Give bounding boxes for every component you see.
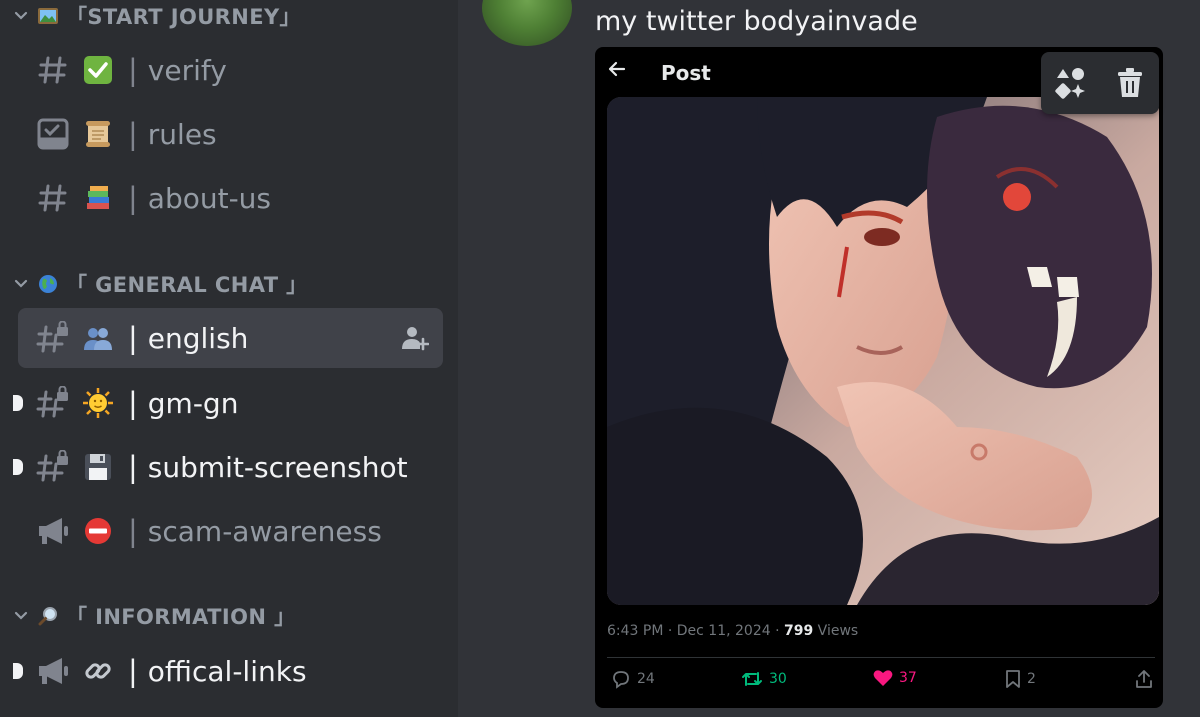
- bookmark-count: 2: [1027, 671, 1036, 687]
- post-actions: 24 30 37 2: [607, 669, 1155, 697]
- category-information[interactable]: 「 INFORMATION 」: [10, 600, 295, 632]
- back-arrow-icon[interactable]: [607, 59, 627, 85]
- chat-area: my twitter bodyainvade Post 6:43 PM · De…: [458, 0, 1200, 717]
- artwork-illustration: [607, 97, 1159, 605]
- reply-action[interactable]: 24: [611, 669, 655, 689]
- heart-icon: [873, 670, 893, 686]
- channel-separator: |: [128, 117, 138, 151]
- post-image[interactable]: [607, 97, 1159, 605]
- category-name: 「 INFORMATION 」: [66, 605, 296, 629]
- sun-with-face-emoji: [80, 386, 116, 420]
- channel-name: about-us: [147, 181, 272, 215]
- avatar[interactable]: [482, 0, 572, 46]
- channel-name: english: [147, 321, 249, 355]
- delete-button[interactable]: [1108, 61, 1152, 105]
- scroll-emoji: [80, 117, 116, 151]
- globe-icon: [36, 273, 60, 295]
- channel-gm-gn[interactable]: | gm-gn: [13, 373, 443, 433]
- channel-submit-screenshot[interactable]: | submit-screenshot: [13, 437, 443, 497]
- unread-indicator: [13, 459, 23, 475]
- announcement-icon: [34, 652, 72, 690]
- bookmark-action[interactable]: 2: [1005, 669, 1036, 689]
- no-entry-emoji: [80, 514, 116, 548]
- post-header-title: Post: [661, 61, 711, 85]
- views-label: Views: [813, 623, 859, 639]
- apps-icon: [1054, 68, 1085, 99]
- post-timestamp-views: 6:43 PM · Dec 11, 2024 · 799 Views: [607, 623, 858, 639]
- channel-separator: |: [128, 53, 138, 87]
- share-action[interactable]: [1135, 669, 1159, 689]
- channel-separator: |: [128, 514, 138, 548]
- channel-scam-awareness[interactable]: | scam-awareness: [18, 501, 443, 561]
- hashtag-icon: [34, 179, 72, 217]
- share-icon: [1136, 670, 1152, 688]
- views-count: 799: [784, 623, 814, 639]
- channel-rules[interactable]: | rules: [18, 104, 443, 164]
- apps-button[interactable]: [1049, 61, 1093, 105]
- image-attachment[interactable]: Post 6:43 PM · Dec 11, 2024 · 799 Views …: [595, 47, 1163, 708]
- busts-emoji: [80, 321, 116, 355]
- category-name: 「START JOURNEY」: [66, 5, 301, 29]
- divider: [607, 657, 1155, 658]
- rules-icon: [34, 115, 72, 153]
- books-emoji: [80, 181, 116, 215]
- channel-name: scam-awareness: [147, 514, 382, 548]
- framed-picture-icon: [36, 5, 60, 27]
- locked-hashtag-icon: [34, 448, 72, 486]
- channel-name: verify: [147, 53, 227, 87]
- channel-name: submit-screenshot: [147, 450, 408, 484]
- floppy-disk-emoji: [80, 450, 116, 484]
- bookmark-icon: [1006, 670, 1020, 688]
- chevron-down-icon: [10, 11, 32, 21]
- channel-separator: |: [128, 321, 138, 355]
- unread-indicator: [13, 663, 23, 679]
- like-action[interactable]: 37: [873, 669, 917, 687]
- channel-separator: |: [128, 386, 138, 420]
- hashtag-icon: [34, 51, 72, 89]
- channel-name: offical-links: [147, 654, 307, 688]
- channel-offical-links[interactable]: | offical-links: [13, 641, 443, 701]
- announcement-icon: [34, 512, 72, 550]
- chevron-down-icon: [10, 279, 32, 289]
- message-hover-toolbar: [1041, 52, 1159, 114]
- channel-name: rules: [147, 117, 217, 151]
- category-start-journey[interactable]: 「START JOURNEY」: [10, 0, 301, 32]
- channel-english[interactable]: | english: [18, 308, 443, 368]
- locked-hashtag-icon: [34, 319, 72, 357]
- like-count: 37: [899, 670, 917, 686]
- channel-name: gm-gn: [147, 386, 239, 420]
- repost-action[interactable]: 30: [741, 669, 787, 689]
- post-timestamp: 6:43 PM · Dec 11, 2024 ·: [607, 623, 784, 639]
- category-name: 「 GENERAL CHAT 」: [66, 273, 308, 297]
- trash-icon: [1117, 68, 1142, 97]
- unread-indicator: [13, 395, 23, 411]
- channel-separator: |: [128, 181, 138, 215]
- category-general-chat[interactable]: 「 GENERAL CHAT 」: [10, 268, 308, 300]
- channel-separator: |: [128, 654, 138, 688]
- channel-sidebar: 「START JOURNEY」 | verify | rules | about…: [0, 0, 458, 717]
- magnifier-icon: [36, 605, 60, 627]
- create-invite-icon[interactable]: [401, 325, 430, 355]
- channel-verify[interactable]: | verify: [18, 40, 443, 100]
- chevron-down-icon: [10, 611, 32, 621]
- message-content: my twitter bodyainvade: [595, 6, 918, 37]
- check-mark-emoji: [80, 53, 116, 87]
- reply-icon: [613, 671, 629, 689]
- repost-icon: [742, 672, 762, 686]
- channel-about-us[interactable]: | about-us: [18, 168, 443, 228]
- reply-count: 24: [637, 671, 655, 687]
- link-emoji: [80, 654, 116, 688]
- repost-count: 30: [769, 671, 787, 687]
- locked-hashtag-icon: [34, 384, 72, 422]
- channel-separator: |: [128, 450, 138, 484]
